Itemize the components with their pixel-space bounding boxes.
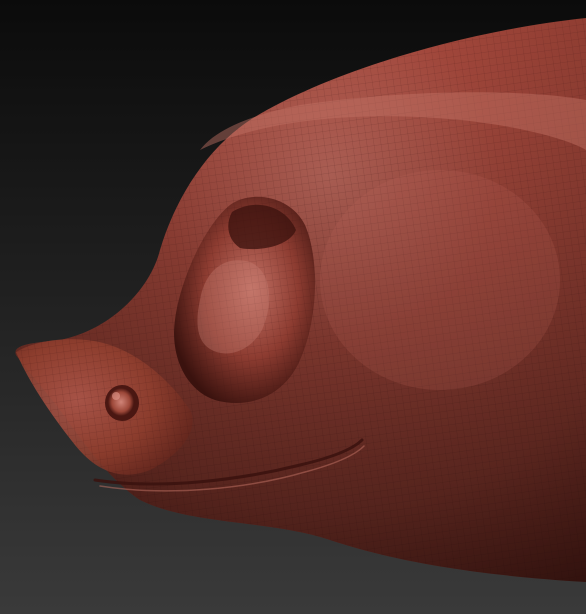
viewport-render [0,0,586,614]
cheek-highlight [320,170,560,390]
nostril [105,385,139,421]
sculpt-render [15,18,586,582]
